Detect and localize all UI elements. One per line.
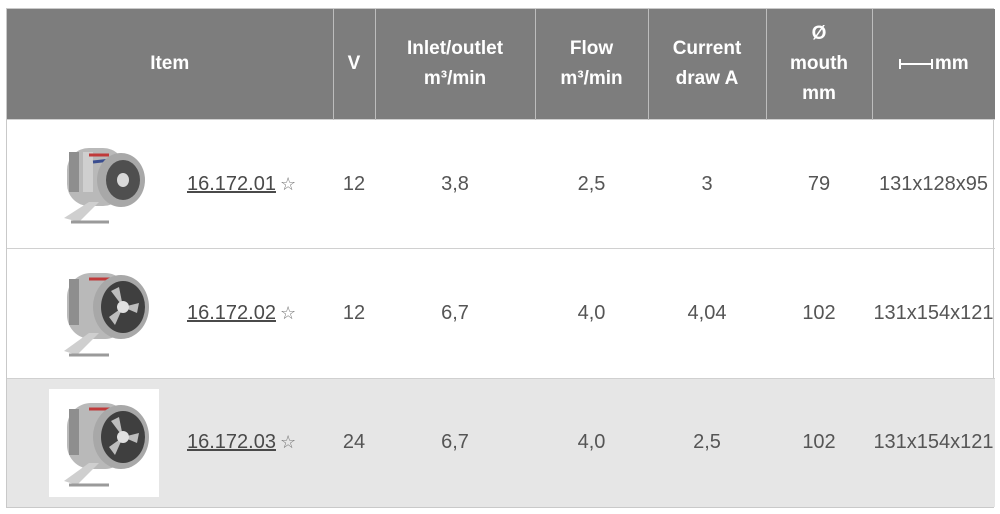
inlet-outlet-cell: 6,7: [375, 248, 535, 379]
header-current-draw: Current draw A: [648, 9, 767, 120]
favorite-star-icon[interactable]: ☆: [280, 174, 296, 195]
product-code-link[interactable]: 16.172.02: [187, 302, 276, 325]
dimensions-cell: 131x154x121: [872, 377, 995, 507]
inlet-outlet-cell: 3,8: [375, 118, 535, 249]
current-cell: 4,04: [648, 248, 766, 379]
header-voltage: V: [333, 9, 376, 120]
flow-cell: 4,0: [535, 377, 648, 507]
header-dimensions: mm: [872, 9, 995, 120]
table-header-row: Item V Inlet/outlet m³/min Flow m³/min C…: [7, 9, 995, 120]
voltage-cell: 12: [333, 248, 375, 379]
header-mouth-diameter: Ø mouth mm: [766, 9, 873, 120]
voltage-cell: 12: [333, 118, 375, 249]
header-item: Item: [7, 9, 334, 120]
product-code-link[interactable]: 16.172.01: [187, 173, 276, 196]
inline-blower-large-image[interactable]: [49, 259, 159, 367]
item-cell: 16.172.01 ☆: [7, 118, 333, 249]
product-table: Item V Inlet/outlet m³/min Flow m³/min C…: [7, 9, 995, 507]
table-row: 16.172.03 ☆ 24 6,7 4,0 2,5 102 131x154x1…: [7, 377, 995, 507]
dimensions-cell: 131x154x121: [872, 248, 995, 379]
table-row: 16.172.02 ☆ 12 6,7 4,0 4,04 102 131x154x…: [7, 248, 995, 379]
dimensions-cell: 131x128x95: [872, 118, 995, 249]
header-inlet-outlet: Inlet/outlet m³/min: [375, 9, 536, 120]
product-code-link[interactable]: 16.172.03: [187, 431, 276, 454]
current-cell: 3: [648, 118, 766, 249]
product-table-container: Item V Inlet/outlet m³/min Flow m³/min C…: [6, 8, 995, 508]
favorite-star-icon[interactable]: ☆: [280, 303, 296, 324]
current-cell: 2,5: [648, 377, 766, 507]
dimension-arrow-icon: [898, 58, 933, 69]
voltage-cell: 24: [333, 377, 375, 507]
mouth-cell: 79: [766, 118, 872, 249]
header-flow: Flow m³/min: [535, 9, 649, 120]
item-cell: 16.172.02 ☆: [7, 248, 333, 379]
flow-cell: 4,0: [535, 248, 648, 379]
inline-blower-small-image[interactable]: [49, 130, 159, 238]
inline-blower-large-image[interactable]: [49, 388, 159, 497]
mouth-cell: 102: [766, 377, 872, 507]
table-row: 16.172.01 ☆ 12 3,8 2,5 3 79 131x128x95: [7, 118, 995, 249]
inlet-outlet-cell: 6,7: [375, 377, 535, 507]
favorite-star-icon[interactable]: ☆: [280, 432, 296, 453]
item-cell: 16.172.03 ☆: [7, 377, 333, 507]
mouth-cell: 102: [766, 248, 872, 379]
flow-cell: 2,5: [535, 118, 648, 249]
